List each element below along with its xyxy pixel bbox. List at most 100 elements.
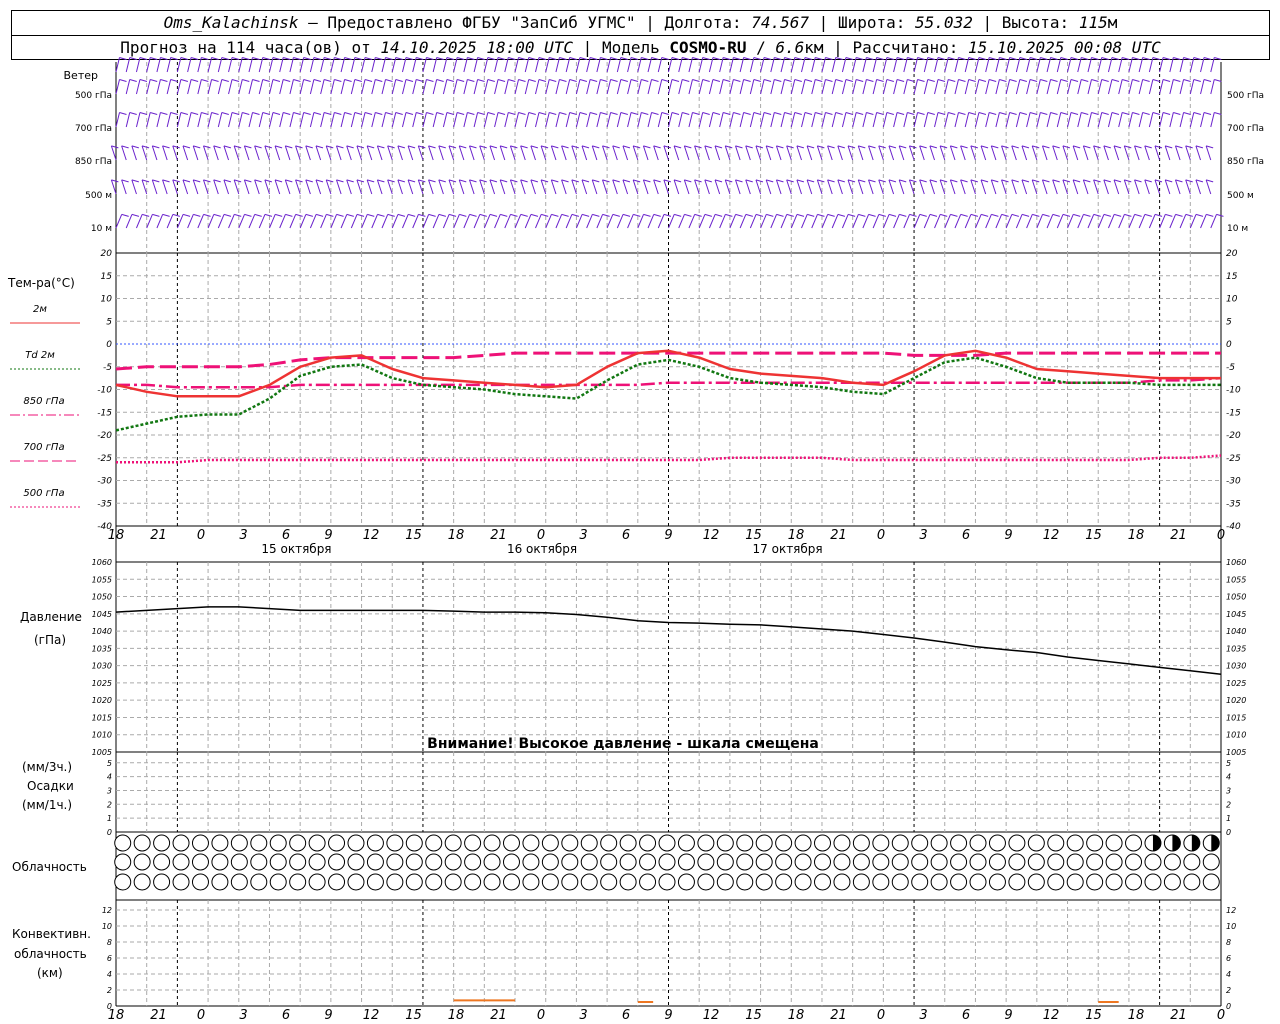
wind-barb-staff [295,145,301,161]
wind-barb-flag [211,79,219,82]
wind-barb-flag [448,213,457,217]
wind-barb-flag [663,213,672,217]
wind-barb-flag [1042,213,1050,217]
cloud-circle [658,834,676,852]
wind-barb-staff [586,79,591,95]
wind-barb-staff [305,145,311,161]
wind-barb-flag [326,213,334,217]
time-tick-mid: 15 [1085,528,1102,543]
wind-barb-staff [811,79,816,95]
wind-barb-flag [456,57,465,60]
conv-ytick-right: 2 [1226,986,1231,995]
cloud-circle [444,853,462,871]
wind-barb-flag [211,57,219,60]
wind-level-label: 700 гПа [1227,124,1264,134]
cloud-circle [852,853,870,871]
wind-barb-staff [565,112,571,128]
wind-barb-flag [682,112,690,115]
wind-barb-staff [714,145,721,161]
pressure-ytick-left: 1040 [92,627,112,636]
wind-barb-staff [841,79,847,95]
wind-barb-flag [1216,213,1224,217]
wind-barb-flag [1132,57,1140,60]
wind-barb-flag [426,112,434,115]
wind-barb-staff [1036,112,1041,128]
wind-barb-flag [213,213,221,217]
wind-barb-flag [774,57,782,60]
wind-barb-staff [739,57,745,73]
wind-barb-flag [1154,213,1163,217]
wind-barb-staff [694,179,700,195]
pressure-ytick-right: 1045 [1226,610,1246,619]
wind-barb-staff [238,79,243,95]
wind-barb-staff [575,79,581,95]
wind-level-label: 500 гПа [1227,91,1264,101]
cloud-circle [794,834,812,852]
wind-barb-flag [815,57,823,60]
wind-barb-staff [514,57,520,73]
wind-barb-flag [416,79,424,82]
cloud-circle [1105,834,1123,852]
time-tick-bottom: 6 [622,1008,630,1023]
wind-barb-staff [1046,112,1052,128]
time-tick-mid: 21 [490,528,507,543]
wind-barb-staff [387,179,393,195]
wind-barb-flag [385,79,393,82]
wind-barb-staff [483,112,489,128]
wind-barb-flag [958,112,966,115]
wind-level-label: 10 м [91,224,112,234]
day-label: 15 октября [261,542,331,556]
wind-barb-staff [765,179,772,195]
cloud-circle [211,873,229,891]
temp-ytick-right: -30 [1226,477,1241,487]
time-tick-bottom: 6 [962,1008,970,1023]
wind-barb-staff [151,179,158,195]
cloud-circle [716,834,734,852]
cloud-circle [580,873,598,891]
time-tick-bottom: 21 [490,1008,507,1023]
wind-barb-staff [934,79,939,95]
wind-barb-flag [735,213,743,217]
wind-barb-staff [376,145,383,161]
wind-barb-staff [888,145,895,161]
wind-barb-flag [1152,79,1161,82]
wind-barb-staff [663,179,669,195]
wind-barb-flag [203,213,211,217]
wind-barb-flag [272,79,281,82]
cloud-circle [230,853,248,871]
wind-barb-staff [565,57,571,73]
temp-ytick-left: -10 [97,386,112,396]
wind-barb-staff [949,145,956,161]
pressure-ytick-right: 1050 [1226,593,1246,602]
wind-barb-flag [221,112,229,115]
wind-barb-flag [968,57,976,60]
wind-barb-flag [180,112,189,115]
wind-barb-flag [487,112,495,115]
wind-barb-staff [796,179,802,195]
wind-barb-staff [479,145,485,161]
wind-barb-staff [243,145,250,161]
wind-barb-staff [995,57,1000,73]
wind-barb-staff [550,145,557,161]
wind-barb-staff [1200,112,1205,128]
pressure-ytick-left: 1055 [92,575,112,584]
cloud-circle [464,873,482,891]
wind-barb-flag [723,57,731,60]
wind-barb-staff [509,179,516,195]
wind-barb-flag [845,57,854,60]
wind-barb-staff [1148,79,1154,95]
wind-barb-flag [948,57,956,60]
wind-barb-flag [868,213,876,217]
wind-barb-staff [135,57,141,73]
wind-barb-staff [217,112,223,128]
wind-barb-flag [497,112,506,115]
wind-barb-flag [1203,57,1212,60]
wind-barb-staff [340,112,346,128]
wind-barb-flag [387,213,395,217]
conv-ytick-right: 6 [1226,954,1231,963]
cloud-circle [1066,873,1084,891]
wind-barb-staff [939,145,946,161]
wind-barb-flag [1124,213,1132,217]
wind-barb-staff [1001,179,1007,195]
cloud-circle [114,873,132,891]
